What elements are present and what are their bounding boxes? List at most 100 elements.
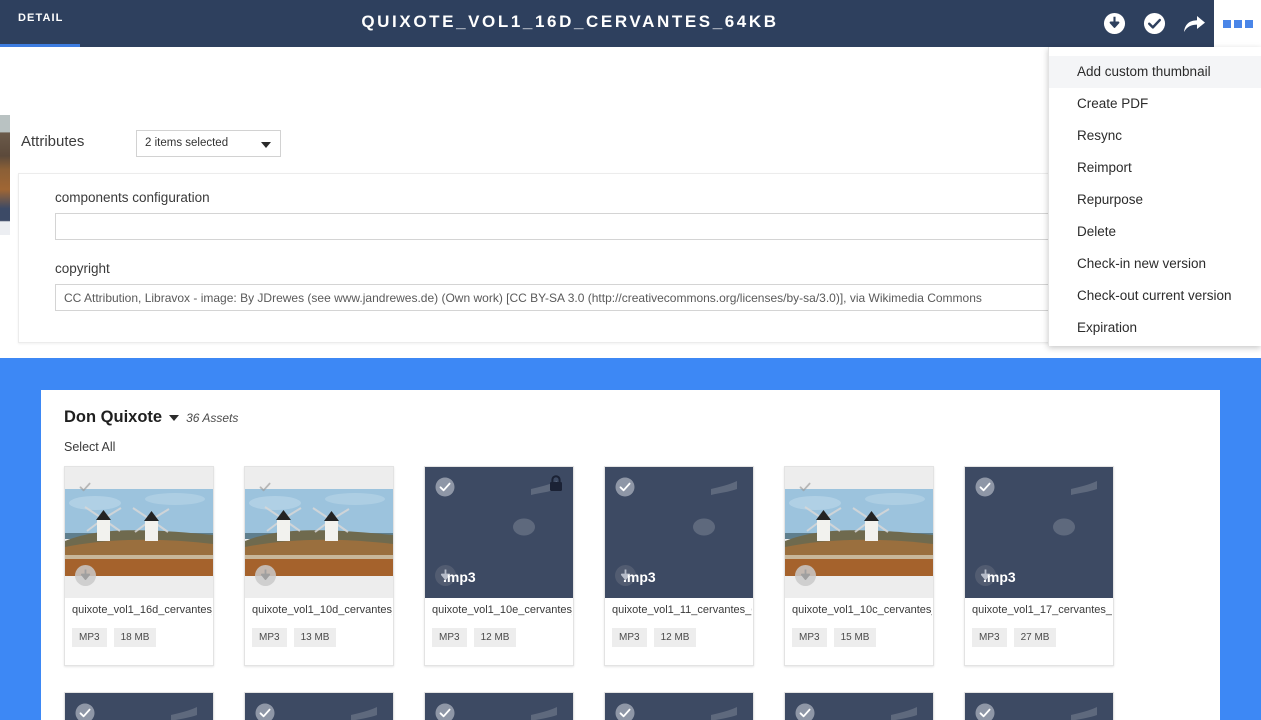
- share-icon[interactable]: [1174, 0, 1214, 47]
- approve-icon[interactable]: [1134, 0, 1174, 47]
- more-actions-menu: Add custom thumbnail Create PDF Resync Reim…: [1048, 47, 1261, 346]
- file-extension-label: .mp3: [983, 569, 1016, 585]
- file-type-badge: MP3: [432, 628, 467, 647]
- asset-card[interactable]: .mp3 quixote_vol1_10e_cervantes_6... MP3 12…: [424, 466, 574, 666]
- file-size-badge: 18 MB: [113, 628, 157, 647]
- download-icon[interactable]: [75, 565, 96, 586]
- audio-thumbnail: [785, 693, 933, 720]
- audio-thumbnail: .mp3: [965, 467, 1113, 598]
- music-note-icon: [513, 707, 559, 720]
- select-check-icon[interactable]: [795, 703, 815, 720]
- select-check-icon[interactable]: [615, 477, 635, 497]
- audio-thumbnail: [605, 693, 753, 720]
- field-components-configuration: components configuration: [55, 190, 1215, 240]
- collection-chevron-down-icon[interactable]: [169, 414, 180, 421]
- app-header: DETAIL QUIXOTE_VOL1_16D_CERVANTES_64KB: [0, 0, 1261, 48]
- file-type-badge: MP3: [252, 628, 287, 647]
- windmill-photo: [785, 489, 933, 576]
- select-check-icon[interactable]: [975, 703, 995, 720]
- asset-filename: quixote_vol1_17_cervantes_64...: [972, 604, 1112, 616]
- asset-badges: MP3 13 MB: [252, 628, 337, 647]
- file-type-badge: MP3: [792, 628, 827, 647]
- asset-card[interactable]: quixote_vol1_10d_cervantes_6... MP3 13 MB: [244, 466, 394, 666]
- image-thumbnail: [65, 467, 213, 598]
- app-root: DETAIL QUIXOTE_VOL1_16D_CERVANTES_64KB A…: [0, 0, 1261, 720]
- asset-card[interactable]: .mp3 quixote_vol1_17_cervantes_64... MP3 27…: [964, 466, 1114, 666]
- image-thumbnail: [245, 467, 393, 598]
- download-icon[interactable]: [795, 565, 816, 586]
- asset-card[interactable]: [784, 692, 934, 720]
- collection-header: Don Quixote 36 Assets: [64, 408, 238, 427]
- windmill-photo: [245, 489, 393, 576]
- file-size-badge: 12 MB: [653, 628, 697, 647]
- asset-filename: quixote_vol1_10d_cervantes_6...: [252, 604, 392, 616]
- attributes-selector[interactable]: 2 items selected: [136, 130, 281, 157]
- asset-filename: quixote_vol1_10c_cervantes_6...: [792, 604, 932, 616]
- asset-card[interactable]: [604, 692, 754, 720]
- asset-card[interactable]: .mp3 quixote_vol1_11_cervantes_64... MP3 12…: [604, 466, 754, 666]
- file-size-badge: 27 MB: [1013, 628, 1057, 647]
- file-type-badge: MP3: [72, 628, 107, 647]
- header-actions: [1094, 0, 1261, 47]
- asset-card[interactable]: [64, 692, 214, 720]
- asset-card[interactable]: quixote_vol1_16d_cervantes_6... MP3 18 MB: [64, 466, 214, 666]
- asset-badges: MP3 27 MB: [972, 628, 1057, 647]
- image-thumbnail: [785, 467, 933, 598]
- file-type-badge: MP3: [972, 628, 1007, 647]
- music-note-icon: [1053, 707, 1099, 720]
- file-extension-label: .mp3: [443, 569, 476, 585]
- more-dots-icon: [1222, 19, 1253, 28]
- menu-item-delete[interactable]: Delete: [1049, 216, 1261, 248]
- asset-badges: MP3 12 MB: [612, 628, 697, 647]
- copyright-input[interactable]: [55, 284, 1215, 311]
- asset-card[interactable]: [244, 692, 394, 720]
- music-note-icon: [333, 707, 379, 720]
- select-check-icon[interactable]: [75, 703, 95, 720]
- asset-card[interactable]: quixote_vol1_10c_cervantes_6... MP3 15 MB: [784, 466, 934, 666]
- audio-thumbnail: [965, 693, 1113, 720]
- select-check-icon[interactable]: [615, 703, 635, 720]
- menu-item-resync[interactable]: Resync: [1049, 120, 1261, 152]
- select-all-link[interactable]: Select All: [64, 440, 115, 454]
- select-check-icon[interactable]: [975, 477, 995, 497]
- menu-item-expiration[interactable]: Expiration: [1049, 312, 1261, 344]
- asset-filename: quixote_vol1_10e_cervantes_6...: [432, 604, 572, 616]
- music-note-icon: [873, 707, 919, 720]
- components-configuration-input[interactable]: [55, 213, 1215, 240]
- select-check-icon[interactable]: [435, 703, 455, 720]
- partial-thumbnail-sliver: [0, 115, 10, 235]
- audio-thumbnail: .mp3: [605, 467, 753, 598]
- download-icon[interactable]: [1094, 0, 1134, 47]
- select-check-icon[interactable]: [435, 477, 455, 497]
- download-icon[interactable]: [255, 565, 276, 586]
- asset-grid: quixote_vol1_16d_cervantes_6...MP318 MB …: [64, 466, 1199, 720]
- asset-card[interactable]: [964, 692, 1114, 720]
- menu-item-repurpose[interactable]: Repurpose: [1049, 184, 1261, 216]
- select-check-icon[interactable]: [255, 703, 275, 720]
- menu-item-check-out-current-version[interactable]: Check-out current version: [1049, 280, 1261, 312]
- select-check-icon[interactable]: [75, 477, 95, 497]
- asset-badges: MP3 18 MB: [72, 628, 157, 647]
- asset-card[interactable]: [424, 692, 574, 720]
- select-check-icon[interactable]: [795, 477, 815, 497]
- asset-badges: MP3 15 MB: [792, 628, 877, 647]
- field-label: copyright: [55, 261, 110, 276]
- file-extension-label: .mp3: [623, 569, 656, 585]
- menu-item-check-in-new-version[interactable]: Check-in new version: [1049, 248, 1261, 280]
- windmill-photo: [65, 489, 213, 576]
- music-note-icon: [153, 707, 199, 720]
- menu-item-create-pdf[interactable]: Create PDF: [1049, 88, 1261, 120]
- file-size-badge: 13 MB: [293, 628, 337, 647]
- menu-item-add-custom-thumbnail[interactable]: Add custom thumbnail: [1049, 56, 1261, 88]
- select-check-icon[interactable]: [255, 477, 275, 497]
- music-note-icon: [1053, 481, 1099, 548]
- field-copyright: copyright: [55, 261, 1215, 311]
- attributes-section-label: Attributes: [21, 133, 85, 150]
- audio-thumbnail: .mp3: [425, 467, 573, 598]
- more-actions-button[interactable]: [1214, 0, 1261, 47]
- asset-count: 36 Assets: [186, 411, 239, 425]
- audio-thumbnail: [245, 693, 393, 720]
- menu-item-reimport[interactable]: Reimport: [1049, 152, 1261, 184]
- audio-thumbnail: [425, 693, 573, 720]
- chevron-down-icon: [261, 142, 271, 148]
